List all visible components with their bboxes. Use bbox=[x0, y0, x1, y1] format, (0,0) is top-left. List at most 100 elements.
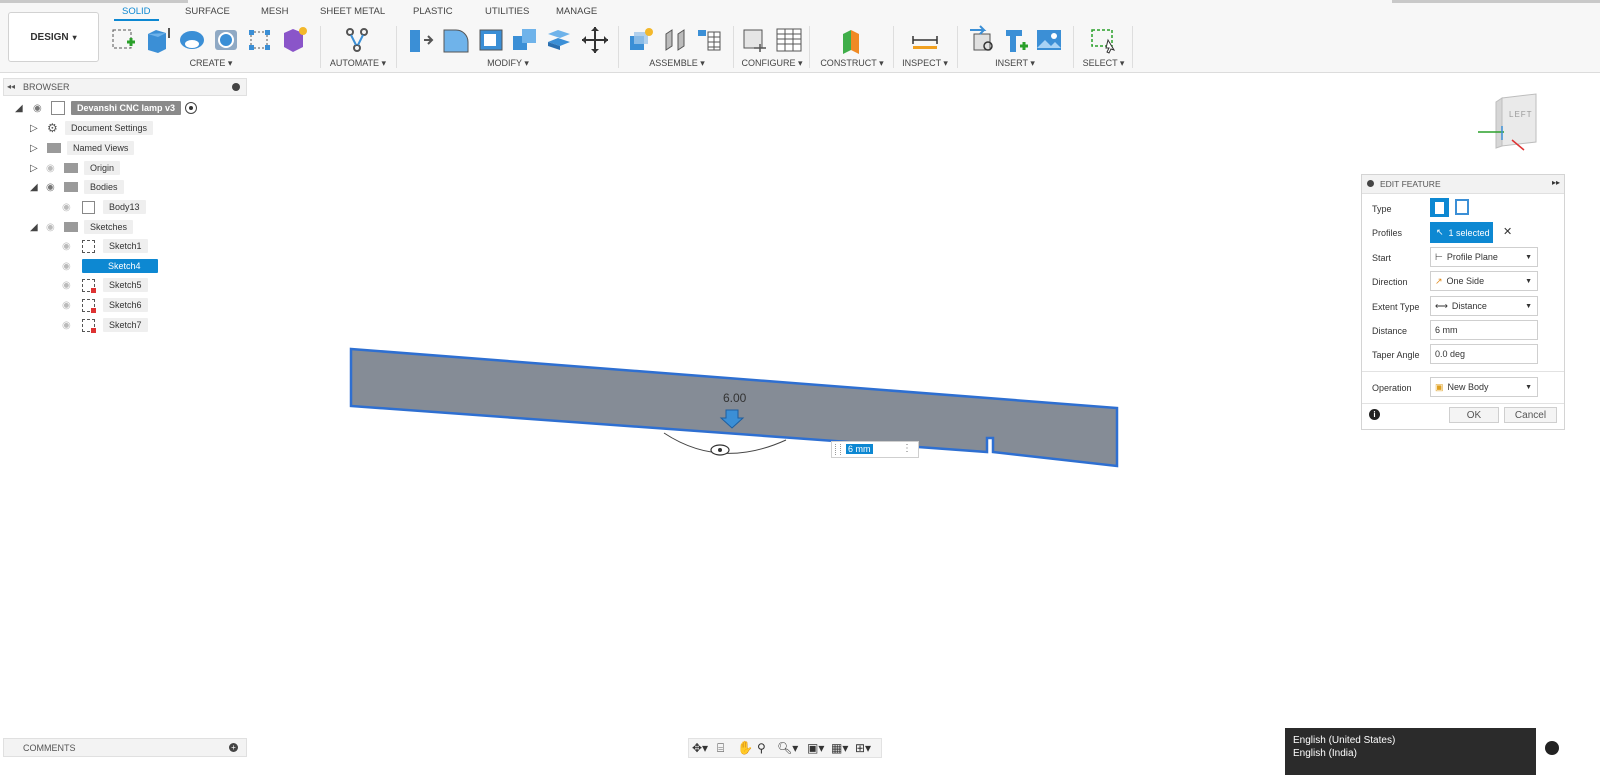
browser-item-named-views[interactable]: ▷ Named Views bbox=[30, 140, 135, 156]
pin-icon[interactable] bbox=[232, 83, 240, 91]
measure-icon[interactable] bbox=[910, 24, 940, 56]
construct-plane-icon[interactable] bbox=[837, 24, 867, 56]
select-menu[interactable]: SELECT ▾ bbox=[1076, 58, 1131, 69]
browser-item-sketch6[interactable]: ◉ Sketch6 bbox=[62, 297, 148, 313]
new-component-icon[interactable] bbox=[626, 24, 656, 56]
eye-hidden-icon[interactable]: ◉ bbox=[46, 163, 64, 174]
distance-input-field[interactable]: 6 mm bbox=[846, 444, 873, 454]
inspect-menu[interactable]: INSPECT ▾ bbox=[895, 58, 955, 69]
revolve-icon[interactable] bbox=[177, 24, 207, 56]
viewports-icon[interactable]: ⊞▾ bbox=[855, 741, 871, 755]
3d-viewport[interactable] bbox=[250, 72, 1350, 732]
browser-item-body13[interactable]: ◉ Body13 bbox=[62, 199, 146, 215]
ok-button[interactable]: OK bbox=[1449, 407, 1499, 423]
expand-arrow-icon[interactable]: ◢ bbox=[30, 222, 46, 233]
cancel-button[interactable]: Cancel bbox=[1504, 407, 1557, 423]
move-copy-icon[interactable] bbox=[580, 24, 610, 56]
configure-icon[interactable] bbox=[740, 24, 770, 56]
browser-item-sketch1[interactable]: ◉ Sketch1 bbox=[62, 238, 148, 254]
modify-menu[interactable]: MODIFY ▾ bbox=[400, 58, 616, 69]
browser-item-sketch4[interactable]: ◉ Sketch4 bbox=[62, 258, 158, 274]
collapse-panel-icon[interactable]: ◂◂ bbox=[7, 82, 15, 91]
expand-arrow-icon[interactable]: ▷ bbox=[30, 143, 46, 154]
tab-utilities[interactable]: UTILITIES bbox=[485, 6, 529, 17]
tab-mesh[interactable]: MESH bbox=[261, 6, 288, 17]
add-comment-icon[interactable]: + bbox=[229, 743, 238, 752]
insert-menu[interactable]: INSERT ▾ bbox=[960, 58, 1070, 69]
shell-icon[interactable] bbox=[476, 24, 506, 56]
eye-hidden-icon[interactable]: ◉ bbox=[62, 300, 82, 311]
extrude-type-solid-icon[interactable] bbox=[1430, 198, 1449, 217]
angle-manipulator-icon[interactable] bbox=[710, 444, 730, 456]
tab-surface[interactable]: SURFACE bbox=[185, 6, 230, 17]
select-window-icon[interactable] bbox=[1088, 24, 1118, 56]
pan-icon[interactable]: ✋ bbox=[737, 740, 753, 756]
eye-icon[interactable]: ◉ bbox=[33, 103, 49, 114]
activate-radio-icon[interactable] bbox=[185, 102, 198, 114]
tab-plastic[interactable]: PLASTIC bbox=[413, 6, 453, 17]
bill-of-materials-icon[interactable] bbox=[694, 24, 724, 56]
eye-hidden-icon[interactable]: ◉ bbox=[62, 261, 82, 272]
eye-hidden-icon[interactable]: ◉ bbox=[46, 222, 64, 233]
offset-face-icon[interactable] bbox=[544, 24, 574, 56]
insert-mcmaster-icon[interactable] bbox=[1000, 24, 1030, 56]
language-option-india[interactable]: English (India) bbox=[1293, 747, 1528, 760]
automate-menu[interactable]: AUTOMATE ▾ bbox=[322, 58, 394, 69]
collapse-dot-icon[interactable] bbox=[1367, 180, 1374, 187]
direction-dropdown[interactable]: ↗ One Side ▼ bbox=[1430, 271, 1538, 291]
taper-angle-field[interactable]: 0.0 deg bbox=[1430, 344, 1538, 364]
operation-dropdown[interactable]: ▣ New Body ▼ bbox=[1430, 377, 1538, 397]
orbit-icon[interactable]: ✥▾ bbox=[692, 741, 708, 755]
look-at-icon[interactable]: ⌸ bbox=[717, 741, 724, 756]
drag-handle-icon[interactable] bbox=[835, 444, 841, 455]
grid-settings-icon[interactable]: ▦▾ bbox=[831, 741, 848, 755]
view-cube[interactable] bbox=[1476, 90, 1556, 160]
insert-canvas-icon[interactable] bbox=[1034, 24, 1064, 56]
browser-item-document-settings[interactable]: ▷ ⚙ Document Settings bbox=[30, 120, 154, 136]
browser-item-origin[interactable]: ▷ ◉ Origin bbox=[30, 160, 121, 176]
press-pull-icon[interactable] bbox=[404, 24, 434, 56]
info-icon[interactable]: i bbox=[1369, 409, 1380, 420]
fit-icon[interactable]: 🔍︎▾ bbox=[777, 741, 798, 755]
language-option-us[interactable]: English (United States) bbox=[1293, 734, 1528, 747]
browser-item-sketches[interactable]: ◢ ◉ Sketches bbox=[30, 219, 134, 235]
assemble-menu[interactable]: ASSEMBLE ▾ bbox=[622, 58, 732, 69]
expand-panel-icon[interactable]: ▸▸ bbox=[1552, 178, 1560, 187]
extent-type-dropdown[interactable]: ⟷ Distance ▼ bbox=[1430, 296, 1538, 316]
eye-hidden-icon[interactable]: ◉ bbox=[62, 202, 82, 213]
comments-panel-header[interactable]: COMMENTS + bbox=[3, 738, 247, 757]
expand-arrow-icon[interactable]: ◢ bbox=[15, 103, 31, 114]
automate-icon[interactable] bbox=[342, 24, 372, 56]
browser-item-sketch7[interactable]: ◉ Sketch7 bbox=[62, 317, 148, 333]
panel-header[interactable]: EDIT FEATURE ▸▸ bbox=[1362, 175, 1564, 194]
extrude-icon[interactable] bbox=[143, 24, 173, 56]
extrude-body[interactable] bbox=[349, 347, 1119, 468]
browser-item-sketch5[interactable]: ◉ Sketch5 bbox=[62, 277, 148, 293]
construct-menu[interactable]: CONSTRUCT ▾ bbox=[812, 58, 892, 69]
browser-root-item[interactable]: ◢ ◉ Devanshi CNC lamp v3 bbox=[15, 100, 198, 116]
workspace-design-button[interactable]: DESIGN ▾ bbox=[8, 12, 99, 62]
expand-arrow-icon[interactable]: ▷ bbox=[30, 123, 46, 134]
distance-field[interactable]: 6 mm bbox=[1430, 320, 1538, 340]
zoom-icon[interactable]: ⚲ bbox=[757, 741, 766, 755]
insert-derive-icon[interactable] bbox=[968, 24, 998, 56]
create-form-icon[interactable] bbox=[279, 24, 309, 56]
eye-hidden-icon[interactable]: ◉ bbox=[62, 241, 82, 252]
combine-icon[interactable] bbox=[510, 24, 540, 56]
fillet-icon[interactable] bbox=[440, 24, 470, 56]
extrude-type-thin-icon[interactable] bbox=[1455, 199, 1469, 215]
create-sketch-icon[interactable] bbox=[109, 24, 139, 56]
eye-hidden-icon[interactable]: ◉ bbox=[62, 280, 82, 291]
configure-menu[interactable]: CONFIGURE ▾ bbox=[736, 58, 808, 69]
expand-arrow-icon[interactable]: ◢ bbox=[30, 182, 46, 193]
tab-sheet-metal[interactable]: SHEET METAL bbox=[320, 6, 385, 17]
browser-panel-header[interactable]: ◂◂ BROWSER bbox=[3, 78, 247, 96]
tab-manage[interactable]: MANAGE bbox=[556, 6, 597, 17]
more-options-icon[interactable]: ⋮ bbox=[902, 443, 912, 454]
language-switch-icon[interactable] bbox=[1545, 741, 1559, 755]
create-menu[interactable]: CREATE ▾ bbox=[105, 58, 317, 69]
joint-icon[interactable] bbox=[660, 24, 690, 56]
eye-hidden-icon[interactable]: ◉ bbox=[62, 320, 82, 331]
browser-item-bodies[interactable]: ◢ ◉ Bodies bbox=[30, 179, 124, 195]
hole-icon[interactable] bbox=[211, 24, 241, 56]
